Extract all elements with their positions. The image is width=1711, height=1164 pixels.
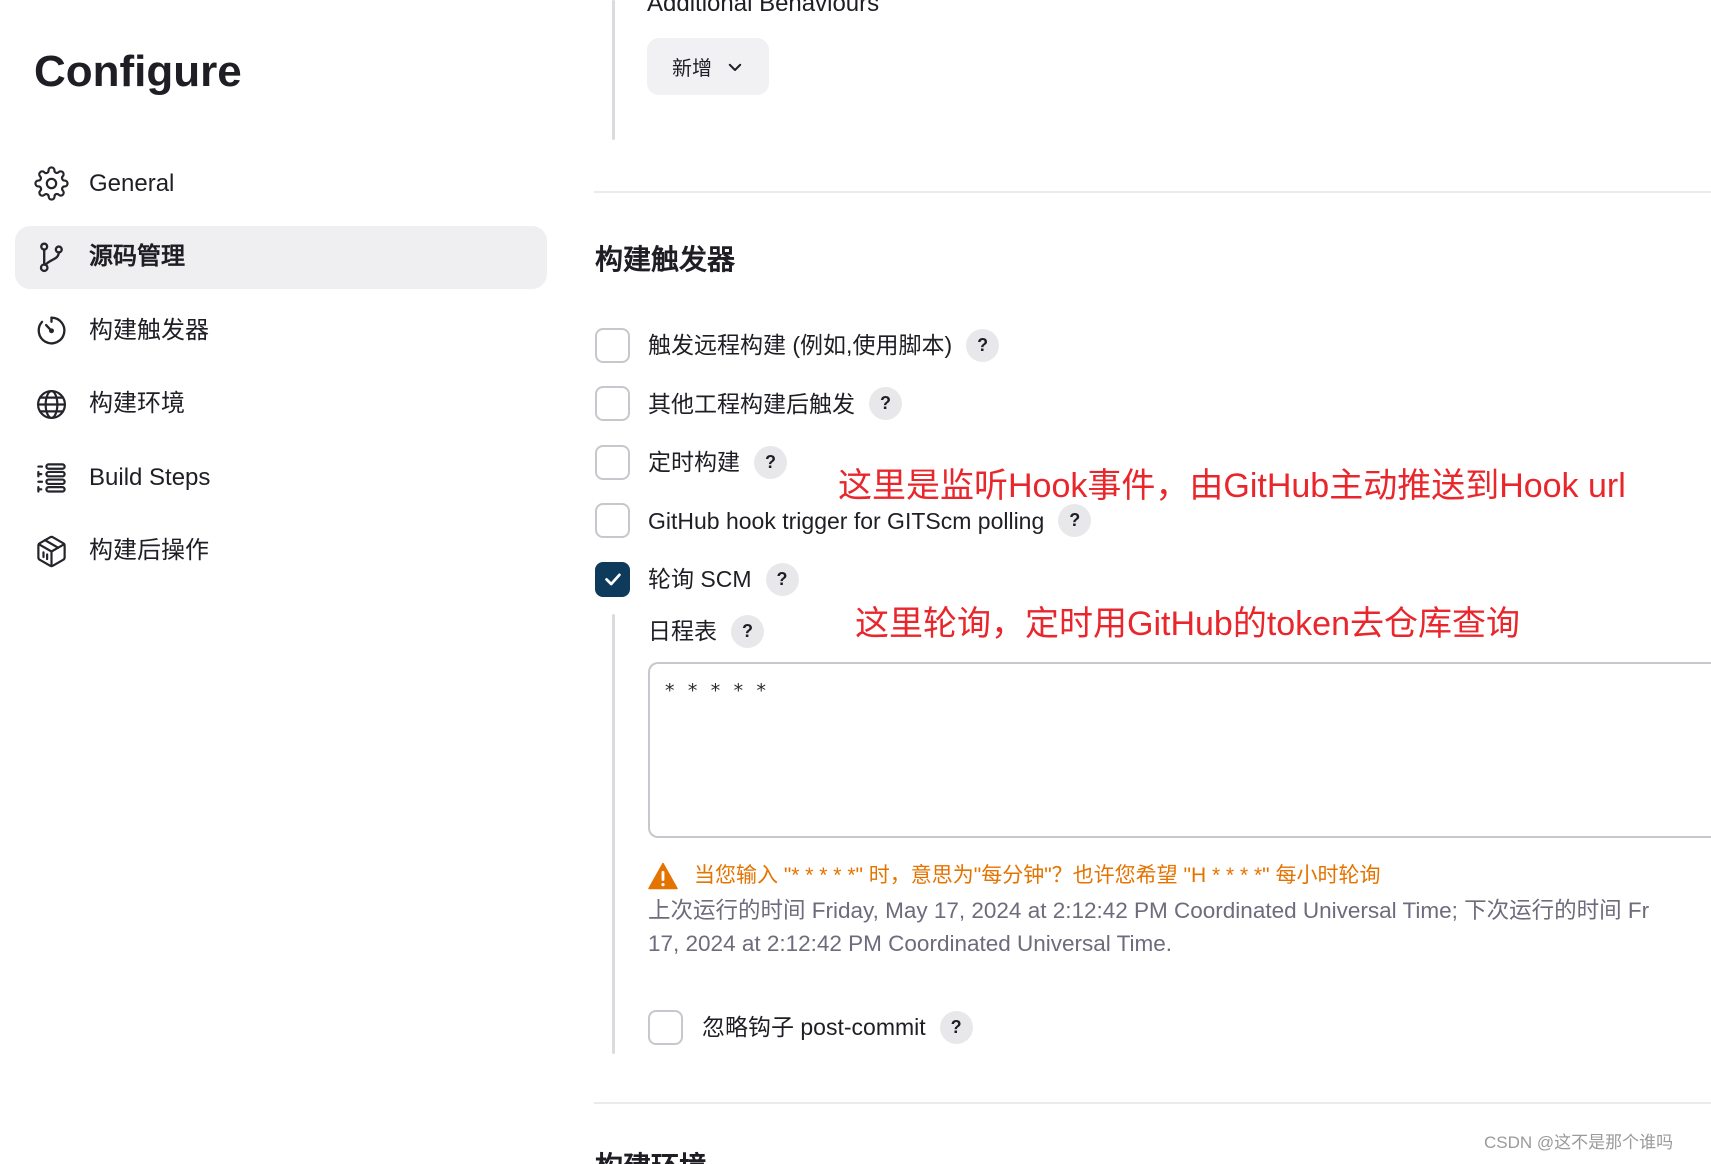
section-divider <box>594 191 1711 193</box>
help-icon[interactable]: ? <box>939 1010 973 1044</box>
git-branch-icon <box>34 240 69 275</box>
watermark: CSDN @这不是那个谁吗 <box>1484 1133 1674 1152</box>
sidebar-item-label: Build Steps <box>89 463 211 491</box>
help-icon[interactable]: ? <box>731 614 764 648</box>
schedule-label: 日程表 <box>648 618 717 644</box>
timer-icon <box>34 313 69 348</box>
trigger-poll-scm: 轮询 SCM ? <box>595 561 1091 597</box>
checkbox-poll-scm[interactable] <box>595 561 630 597</box>
trigger-label[interactable]: 定时构建 <box>648 447 740 477</box>
sidebar-item-build-triggers[interactable]: 构建触发器 <box>15 299 547 362</box>
sidebar-item-general[interactable]: General <box>15 152 547 215</box>
trigger-remote: 触发远程构建 (例如,使用脚本) ? <box>595 327 1091 363</box>
run-info-line: 17, 2024 at 2:12:42 PM Coordinated Unive… <box>648 931 1173 956</box>
sidebar-item-label: 构建环境 <box>89 390 185 418</box>
ignore-post-commit-row: 忽略钩子 post-commit ? <box>648 1009 973 1045</box>
build-triggers-title: 构建触发器 <box>595 244 736 275</box>
globe-icon <box>34 387 69 422</box>
annotation-hook-note: 这里是监听Hook事件，由GitHub主动推送到Hook url <box>838 467 1626 505</box>
sidebar-item-label: 源码管理 <box>89 243 185 271</box>
warning-icon <box>648 862 678 890</box>
trigger-label[interactable]: GitHub hook trigger for GITScm polling <box>648 506 1044 536</box>
page-title: Configure <box>34 47 242 96</box>
checkbox-remote-trigger[interactable] <box>595 327 630 363</box>
sidebar-item-scm[interactable]: 源码管理 <box>15 225 547 289</box>
poll-scm-nested-line <box>612 614 615 1054</box>
check-icon <box>604 573 621 586</box>
additional-behaviours-label: Additional Behaviours <box>647 0 880 17</box>
build-environment-title: 构建环境 <box>595 1150 707 1164</box>
checkbox-github-hook[interactable] <box>595 503 630 538</box>
package-icon <box>34 534 69 569</box>
list-icon <box>34 460 69 495</box>
schedule-warning: 当您输入 "* * * * *" 时，意思为"每分钟"？也许您希望 "H * *… <box>648 860 1380 892</box>
sidebar-item-post-build[interactable]: 构建后操作 <box>15 520 547 583</box>
sidebar-nav: General 源码管理 构建触发器 构建环境 Build Steps 构建后操… <box>15 152 547 583</box>
help-icon[interactable]: ? <box>754 445 787 479</box>
trigger-label[interactable]: 触发远程构建 (例如,使用脚本) <box>648 330 952 360</box>
sidebar-item-label: 构建触发器 <box>89 316 209 344</box>
add-behaviour-button[interactable]: 新增 <box>647 38 769 95</box>
checkbox-after-other-projects[interactable] <box>595 386 630 421</box>
schedule-run-info: 上次运行的时间 Friday, May 17, 2024 at 2:12:42 … <box>648 894 1711 960</box>
run-info-line: 上次运行的时间 Friday, May 17, 2024 at 2:12:42 … <box>648 898 1650 923</box>
trigger-label[interactable]: 轮询 SCM <box>648 564 752 594</box>
chevron-down-icon <box>728 63 742 71</box>
trigger-label[interactable]: 其他工程构建后触发 <box>648 389 855 419</box>
checkbox-ignore-post-commit[interactable] <box>648 1009 683 1045</box>
help-icon[interactable]: ? <box>869 387 902 420</box>
schedule-input[interactable]: * * * * * <box>648 662 1711 838</box>
help-icon[interactable]: ? <box>765 562 799 596</box>
section-divider <box>594 1102 1711 1104</box>
sidebar-item-label: 构建后操作 <box>89 537 209 565</box>
sidebar-item-build-steps[interactable]: Build Steps <box>15 446 547 509</box>
help-icon[interactable]: ? <box>966 328 1000 362</box>
ignore-post-commit-label[interactable]: 忽略钩子 post-commit <box>702 1012 926 1042</box>
scm-section-line <box>612 0 615 140</box>
add-button-label: 新增 <box>672 58 712 80</box>
annotation-poll-note: 这里轮询，定时用GitHub的token去仓库查询 <box>855 605 1520 643</box>
trigger-after-other-projects: 其他工程构建后触发 ? <box>595 386 1091 422</box>
schedule-row: 日程表 ? <box>648 613 764 649</box>
sidebar-item-build-environment[interactable]: 构建环境 <box>15 373 547 436</box>
warning-text: 当您输入 "* * * * *" 时，意思为"每分钟"？也许您希望 "H * *… <box>694 864 1381 887</box>
checkbox-periodic-build[interactable] <box>595 444 630 480</box>
sidebar-item-label: General <box>89 169 175 197</box>
gear-icon <box>34 166 69 201</box>
